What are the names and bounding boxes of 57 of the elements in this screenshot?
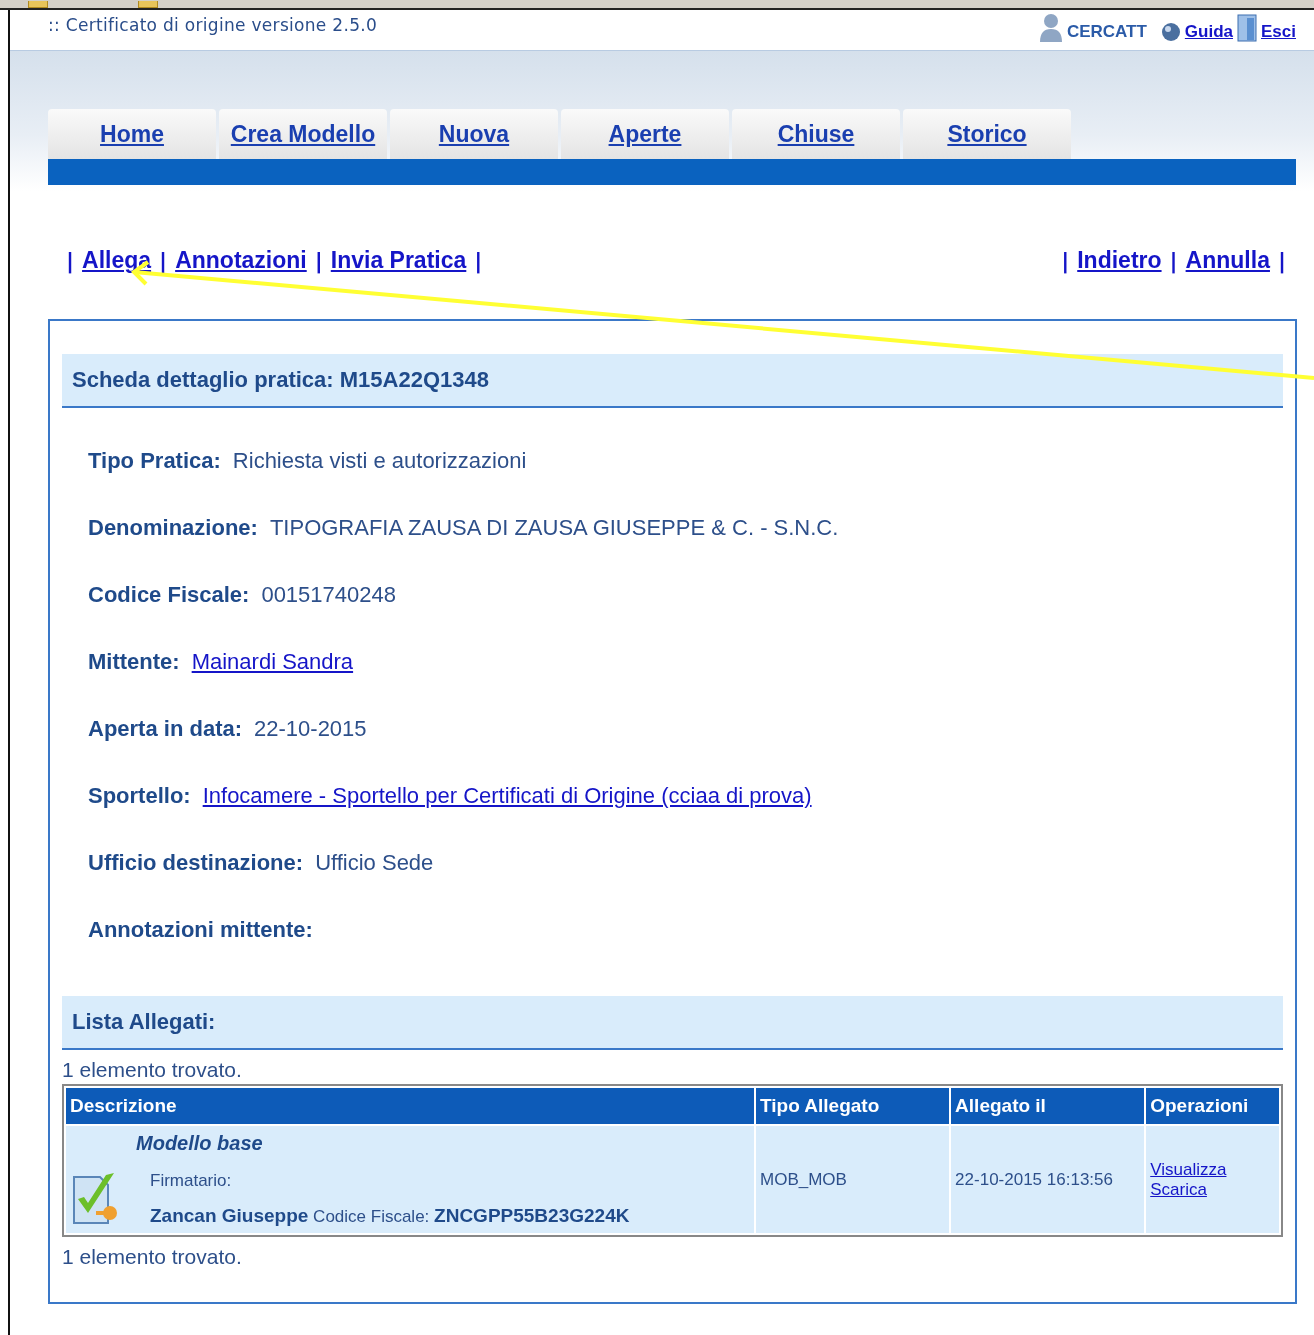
separator: | (66, 248, 75, 273)
logout-link[interactable]: Esci (1261, 22, 1296, 42)
separator: | (474, 248, 483, 273)
folder-icon[interactable] (28, 1, 48, 8)
nav-tab[interactable]: Aperte (561, 109, 729, 159)
action-link[interactable]: Invia Pratica (330, 247, 467, 274)
separator: | (314, 248, 323, 273)
table-cell: 22-10-2015 16:13:56 (951, 1126, 1145, 1233)
user-name: CERCATT (1066, 22, 1147, 42)
field-label: Codice Fiscale: (88, 582, 250, 608)
field-label: Ufficio destinazione: (88, 850, 304, 876)
section-title: Scheda dettaglio pratica: M15A22Q1348 (62, 354, 1283, 408)
field-value: 00151740248 (261, 582, 396, 608)
nav-tab[interactable]: Chiuse (732, 109, 900, 159)
separator: | (1061, 248, 1070, 273)
nav-tab[interactable]: Storico (903, 109, 1071, 159)
field-label: Mittente: (88, 649, 180, 675)
help-icon (1160, 22, 1181, 42)
folder-icon[interactable] (138, 1, 158, 8)
door-icon (1237, 14, 1257, 42)
field-value: Richiesta visti e autorizzazioni (232, 448, 527, 474)
section-title: Lista Allegati: (62, 996, 1283, 1050)
field-label: Sportello: (88, 783, 191, 809)
user-icon (1038, 12, 1063, 42)
field-value: Ufficio Sede (315, 850, 434, 876)
result-count: 1 elemento trovato. (62, 1245, 243, 1269)
nav-tab[interactable]: Home (48, 109, 216, 159)
column-header: Operazioni (1146, 1088, 1279, 1124)
field-label: Denominazione: (88, 515, 258, 541)
signer-info: Zancan Giuseppe Codice Fiscale: ZNCGPP55B23G224K (150, 1205, 630, 1227)
signer-label: Firmatario: (150, 1171, 233, 1191)
nav-tab[interactable]: Crea Modello (219, 109, 387, 159)
field-link[interactable]: Mainardi Sandra (191, 649, 354, 675)
field-label: Aperta in data: (88, 716, 243, 742)
action-link[interactable]: Allega (82, 247, 152, 274)
table-cell: MOB_MOB (756, 1126, 950, 1233)
field-label: Annotazioni mittente: (88, 917, 313, 943)
action-link[interactable]: Indietro (1077, 247, 1162, 274)
separator: | (1277, 248, 1286, 273)
column-header: Descrizione (66, 1088, 754, 1124)
field-link[interactable]: Infocamere - Sportello per Certificati di Origine (cciaa di prova) (202, 783, 812, 809)
nav-tab[interactable]: Nuova (390, 109, 558, 159)
operation-link[interactable]: Visualizza (1150, 1159, 1275, 1180)
help-link[interactable]: Guida (1184, 22, 1233, 42)
action-link[interactable]: Annulla (1185, 247, 1270, 274)
document-name: Modello base (136, 1132, 264, 1155)
field-label: Tipo Pratica: (88, 448, 221, 474)
app-title: :: Certificato di origine versione 2.5.0 (48, 15, 378, 35)
column-header: Allegato il (951, 1088, 1145, 1124)
field-value: 22-10-2015 (254, 716, 367, 742)
field-value: TIPOGRAFIA ZAUSA DI ZAUSA GIUSEPPE & C. - S.N.C. (269, 515, 839, 541)
separator: | (159, 248, 168, 273)
column-header: Tipo Allegato (756, 1088, 950, 1124)
operation-link[interactable]: Scarica (1150, 1179, 1275, 1200)
action-link[interactable]: Annotazioni (175, 247, 307, 274)
result-count: 1 elemento trovato. (62, 1058, 243, 1082)
separator: | (1169, 248, 1178, 273)
